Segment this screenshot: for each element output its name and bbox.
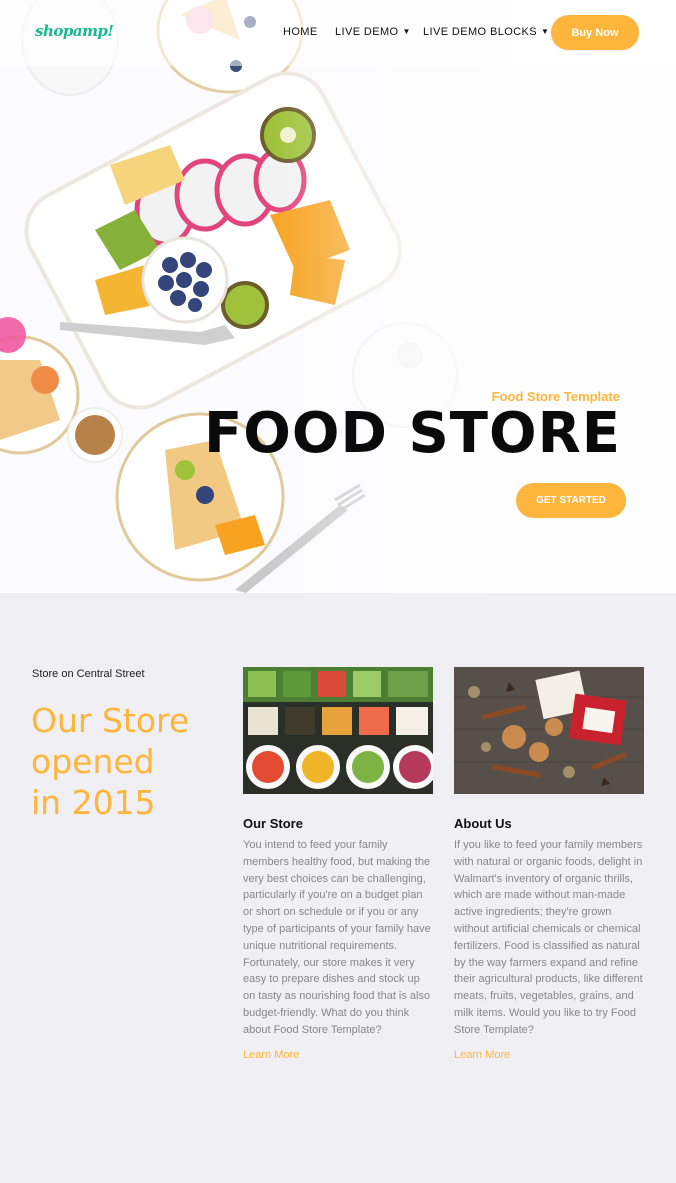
- top-navbar: shopamp! HOME LIVE DEMO ▼ LIVE DEMO BLOCK…: [0, 0, 676, 66]
- card-text: You intend to feed your family members h…: [243, 839, 431, 1036]
- nav-live-demo-label: LIVE DEMO: [335, 26, 399, 38]
- card-our-store: Our Store You intend to feed your family…: [243, 667, 433, 1063]
- site-logo[interactable]: shopamp!: [35, 22, 114, 40]
- heading-line-3: in 2015: [31, 783, 156, 822]
- cookies-spices-image: [454, 667, 644, 794]
- get-started-button[interactable]: GET STARTED: [516, 483, 626, 518]
- nav-live-demo-blocks-label: LIVE DEMO BLOCKS: [423, 26, 537, 38]
- section-eyebrow: Store on Central Street: [32, 668, 145, 680]
- section-heading: Our Store opened in 2015: [31, 700, 221, 823]
- nav-home[interactable]: HOME: [283, 26, 318, 38]
- hero-title: FOOD STORE: [204, 401, 621, 466]
- heading-line-1: Our Store: [31, 701, 190, 740]
- learn-more-link[interactable]: Learn More: [243, 1049, 299, 1061]
- caret-down-icon: ▼: [402, 27, 411, 36]
- nav-live-demo[interactable]: LIVE DEMO ▼: [335, 26, 411, 38]
- caret-down-icon: ▼: [541, 27, 550, 36]
- salad-bar-image: [243, 667, 433, 794]
- card-about-us: About Us If you like to feed your family…: [454, 667, 644, 1063]
- hero-section: shopamp! HOME LIVE DEMO ▼ LIVE DEMO BLOCK…: [0, 0, 676, 593]
- nav-home-label: HOME: [283, 26, 318, 38]
- buy-now-button[interactable]: Buy Now: [551, 15, 639, 50]
- card-title: About Us: [454, 816, 512, 831]
- heading-line-2: opened: [31, 742, 155, 781]
- nav-live-demo-blocks[interactable]: LIVE DEMO BLOCKS ▼: [423, 26, 549, 38]
- learn-more-link[interactable]: Learn More: [454, 1049, 510, 1061]
- card-title: Our Store: [243, 816, 303, 831]
- card-text: If you like to feed your family members …: [454, 839, 643, 1036]
